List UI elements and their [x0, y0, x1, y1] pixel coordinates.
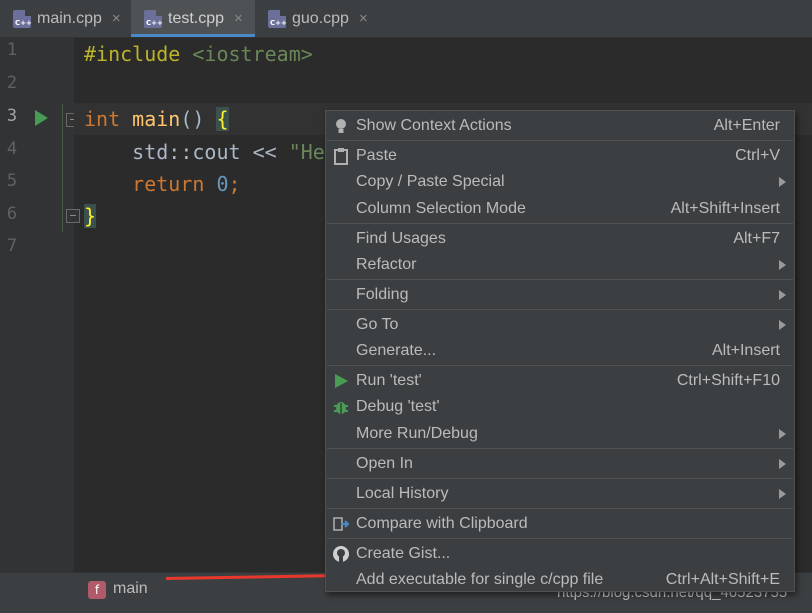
tab-label: guo.cpp: [292, 9, 349, 27]
line-number: 7: [6, 236, 18, 256]
menu-separator: [327, 365, 793, 366]
clipboard-icon: [334, 148, 348, 165]
line-number: 6: [6, 204, 18, 224]
menu-item-create-gist[interactable]: Create Gist...: [326, 541, 794, 567]
debug-bug-icon: [334, 402, 348, 414]
scope-indicator: [62, 104, 63, 232]
menu-item-local-history[interactable]: Local History: [326, 481, 794, 507]
menu-separator: [327, 279, 793, 280]
menu-separator: [327, 478, 793, 479]
menu-item-generate[interactable]: Generate... Alt+Insert: [326, 338, 794, 364]
context-menu: Show Context Actions Alt+Enter Paste Ctrl+…: [325, 110, 795, 592]
line-number: 2: [6, 73, 18, 93]
line-number: 3: [6, 106, 18, 126]
line-number: 1: [6, 40, 18, 60]
cpp-file-icon: C++: [268, 9, 287, 28]
tab-main-cpp[interactable]: C++ main.cpp ×: [0, 0, 131, 37]
code-line-5: return 0;: [132, 172, 241, 196]
submenu-arrow-icon: [779, 459, 786, 469]
menu-item-paste[interactable]: Paste Ctrl+V: [326, 143, 794, 169]
line-number: 5: [6, 171, 18, 191]
tab-label: main.cpp: [37, 9, 102, 27]
line-number: 4: [6, 139, 18, 159]
menu-item-copy-paste-special[interactable]: Copy / Paste Special: [326, 169, 794, 195]
editor-tab-bar: C++ main.cpp × C++ test.cpp × C++ guo.cp…: [0, 0, 812, 38]
menu-item-go-to[interactable]: Go To: [326, 312, 794, 338]
submenu-arrow-icon: [779, 290, 786, 300]
menu-item-debug[interactable]: Debug 'test': [326, 394, 794, 420]
breadcrumb-main[interactable]: main: [113, 580, 148, 598]
cpp-file-icon: C++: [13, 9, 32, 28]
close-icon[interactable]: ×: [112, 10, 121, 27]
lightbulb-icon: [336, 119, 346, 133]
submenu-arrow-icon: [779, 489, 786, 499]
function-icon: f: [88, 581, 106, 599]
submenu-arrow-icon: [779, 177, 786, 187]
menu-item-add-executable[interactable]: Add executable for single c/cpp file Ctrl…: [326, 567, 794, 593]
code-line-1: #include <iostream>: [84, 42, 313, 66]
submenu-arrow-icon: [779, 320, 786, 330]
menu-item-more-run-debug[interactable]: More Run/Debug: [326, 421, 794, 447]
menu-item-open-in[interactable]: Open In: [326, 451, 794, 477]
tab-test-cpp[interactable]: C++ test.cpp ×: [131, 0, 255, 37]
menu-separator: [327, 309, 793, 310]
menu-item-column-selection-mode[interactable]: Column Selection Mode Alt+Shift+Insert: [326, 196, 794, 222]
github-icon: [333, 546, 349, 562]
run-icon: [335, 374, 348, 388]
cpp-file-icon: C++: [144, 9, 163, 28]
code-line-3: int main() {: [84, 107, 229, 131]
menu-separator: [327, 448, 793, 449]
code-line-6: }: [84, 204, 97, 228]
close-icon[interactable]: ×: [359, 10, 368, 27]
menu-item-refactor[interactable]: Refactor: [326, 252, 794, 278]
menu-item-compare-with-clipboard[interactable]: Compare with Clipboard: [326, 511, 794, 537]
menu-item-find-usages[interactable]: Find Usages Alt+F7: [326, 226, 794, 252]
submenu-arrow-icon: [779, 429, 786, 439]
close-icon[interactable]: ×: [234, 10, 243, 27]
submenu-arrow-icon: [779, 260, 786, 270]
run-icon[interactable]: [35, 110, 48, 126]
menu-separator: [327, 140, 793, 141]
menu-separator: [327, 508, 793, 509]
menu-item-run[interactable]: Run 'test' Ctrl+Shift+F10: [326, 368, 794, 394]
code-line-4: std::cout << "He: [132, 140, 325, 164]
menu-item-show-context-actions[interactable]: Show Context Actions Alt+Enter: [326, 113, 794, 139]
compare-icon: [333, 517, 350, 531]
tab-label: test.cpp: [168, 9, 225, 27]
menu-item-folding[interactable]: Folding: [326, 282, 794, 308]
menu-separator: [327, 223, 793, 224]
tab-guo-cpp[interactable]: C++ guo.cpp ×: [255, 0, 380, 37]
menu-separator: [327, 538, 793, 539]
